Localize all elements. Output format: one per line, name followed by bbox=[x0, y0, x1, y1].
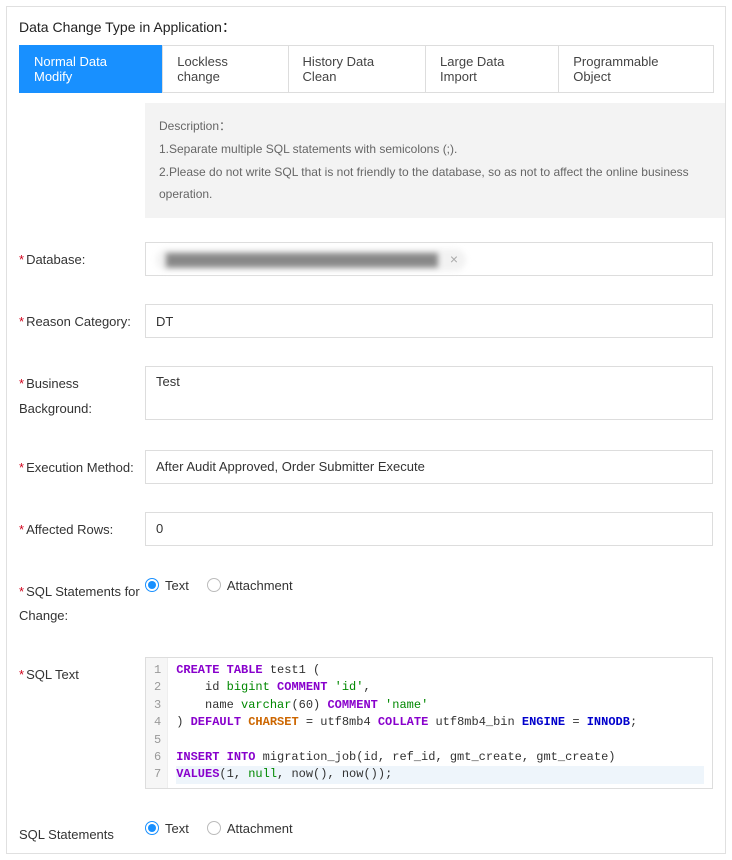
label-business: *Business Background: bbox=[13, 366, 145, 421]
radio-icon bbox=[207, 578, 221, 592]
business-value: Test bbox=[156, 374, 180, 389]
tab-lockless-change[interactable]: Lockless change bbox=[162, 45, 288, 93]
affected-value: 0 bbox=[156, 521, 163, 536]
description-line1: 1.Separate multiple SQL statements with … bbox=[159, 138, 711, 161]
close-icon[interactable]: × bbox=[450, 251, 458, 267]
description-title: Description： bbox=[159, 115, 711, 138]
radio-attachment-rollback[interactable]: Attachment bbox=[207, 821, 293, 836]
tab-large-data-import[interactable]: Large Data Import bbox=[425, 45, 559, 93]
tab-normal-data-modify[interactable]: Normal Data Modify bbox=[19, 45, 163, 93]
tab-programmable-object[interactable]: Programmable Object bbox=[558, 45, 714, 93]
row-affected: *Affected Rows: 0 bbox=[7, 506, 725, 552]
sql-code: CREATE TABLE test1 ( id bigint COMMENT '… bbox=[168, 658, 712, 788]
radio-text[interactable]: Text bbox=[145, 578, 189, 593]
radio-icon bbox=[145, 578, 159, 592]
label-database: *Database: bbox=[13, 242, 145, 273]
label-sql-change: *SQL Statements for Change: bbox=[13, 574, 145, 629]
sql-editor[interactable]: 1 2 3 4 5 6 7 CREATE TABLE test1 ( id bi… bbox=[145, 657, 713, 789]
reason-value: DT bbox=[156, 314, 173, 329]
execution-select[interactable]: After Audit Approved, Order Submitter Ex… bbox=[145, 450, 713, 484]
affected-rows-input[interactable]: 0 bbox=[145, 512, 713, 546]
radio-icon bbox=[145, 821, 159, 835]
radio-text-rollback[interactable]: Text bbox=[145, 821, 189, 836]
form-rows: *Database: █████████████████████████████… bbox=[7, 218, 725, 853]
sql-gutter: 1 2 3 4 5 6 7 bbox=[146, 658, 168, 788]
description-box: Description： 1.Separate multiple SQL sta… bbox=[145, 103, 725, 218]
database-input[interactable]: ████████████████████████████████ × bbox=[145, 242, 713, 276]
label-sql-text: *SQL Text bbox=[13, 657, 145, 688]
row-execution: *Execution Method: After Audit Approved,… bbox=[7, 444, 725, 490]
database-selected-tag: ████████████████████████████████ bbox=[156, 249, 466, 271]
row-reason: *Reason Category: DT bbox=[7, 298, 725, 344]
row-sql-rollback: SQL Statements Text Attachment bbox=[7, 811, 725, 854]
sql-change-radio-group: Text Attachment bbox=[145, 574, 713, 593]
execution-value: After Audit Approved, Order Submitter Ex… bbox=[156, 459, 425, 474]
label-reason: *Reason Category: bbox=[13, 304, 145, 335]
sql-rollback-radio-group: Text Attachment bbox=[145, 817, 713, 836]
label-execution: *Execution Method: bbox=[13, 450, 145, 481]
label-affected: *Affected Rows: bbox=[13, 512, 145, 543]
row-sql-change: *SQL Statements for Change: Text Attachm… bbox=[7, 568, 725, 635]
business-textarea[interactable]: Test bbox=[145, 366, 713, 420]
label-sql-rollback: SQL Statements bbox=[13, 817, 145, 848]
form-container: Data Change Type in Application： Normal … bbox=[6, 6, 726, 854]
row-business: *Business Background: Test bbox=[7, 360, 725, 427]
section-title: Data Change Type in Application： bbox=[7, 7, 725, 45]
tab-history-data-clean[interactable]: History Data Clean bbox=[288, 45, 427, 93]
reason-select[interactable]: DT bbox=[145, 304, 713, 338]
radio-icon bbox=[207, 821, 221, 835]
row-sql-text: *SQL Text 1 2 3 4 5 6 7 CREATE TABLE tes… bbox=[7, 651, 725, 795]
radio-attachment[interactable]: Attachment bbox=[207, 578, 293, 593]
row-database: *Database: █████████████████████████████… bbox=[7, 236, 725, 282]
data-change-type-tabs: Normal Data Modify Lockless change Histo… bbox=[7, 45, 725, 103]
description-line2: 2.Please do not write SQL that is not fr… bbox=[159, 161, 711, 207]
